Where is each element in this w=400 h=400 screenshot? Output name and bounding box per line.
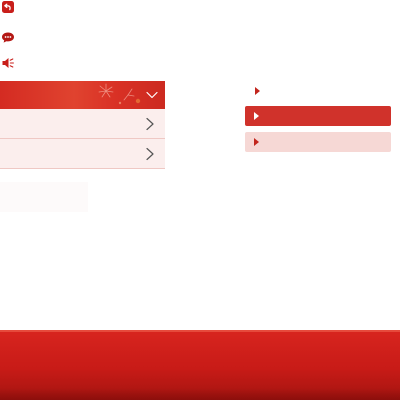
accordion-row[interactable] xyxy=(0,109,165,139)
option-item-hover[interactable] xyxy=(245,132,391,152)
footer-bar xyxy=(0,330,400,400)
accordion-row[interactable] xyxy=(0,139,165,169)
placeholder-panel xyxy=(0,182,88,212)
triangle-right-icon xyxy=(254,138,259,146)
chat-icon[interactable] xyxy=(1,30,15,44)
option-item[interactable] xyxy=(250,84,270,98)
category-accordion xyxy=(0,81,165,169)
triangle-right-icon xyxy=(254,112,259,120)
accordion-header[interactable] xyxy=(0,81,165,109)
back-icon[interactable] xyxy=(1,0,15,14)
chevron-right-icon xyxy=(146,147,154,161)
triangle-right-icon xyxy=(255,87,260,95)
chevron-down-icon xyxy=(146,91,158,99)
app-screen xyxy=(0,0,400,400)
chevron-right-icon xyxy=(146,117,154,131)
speaker-icon[interactable] xyxy=(1,56,15,70)
option-item-selected[interactable] xyxy=(245,106,391,126)
